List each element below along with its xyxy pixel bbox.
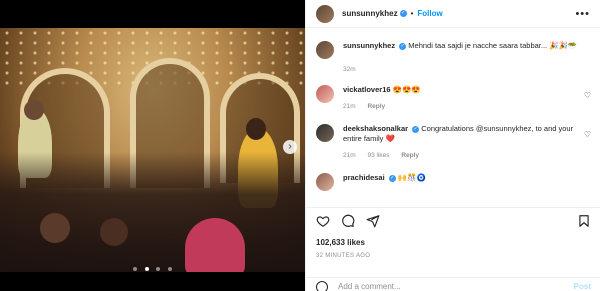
commenter-avatar[interactable] (316, 173, 334, 191)
comment-row: vickatlover16 😍😍😍 21m Reply ♡ (306, 85, 600, 112)
heart-icon[interactable]: ♡ (584, 91, 591, 100)
caption-username[interactable]: sunsunnykhez (343, 41, 395, 50)
verified-badge-icon: ✓ (399, 10, 407, 17)
reply-button[interactable]: Reply (401, 152, 419, 159)
verified-badge-icon: ✓ (388, 174, 396, 182)
comment-meta: 21m Reply (343, 102, 591, 112)
carousel-dot (167, 267, 172, 271)
post-actions-bar (306, 207, 600, 229)
emoji-icon[interactable] (316, 280, 328, 291)
reply-button[interactable]: Reply (367, 103, 385, 110)
caption-text: Mehndi taa sajdi je nacche saara tabbar.… (408, 41, 548, 50)
share-icon[interactable] (366, 214, 380, 228)
comment-time: 21m (343, 103, 356, 110)
header-separator: • (410, 9, 414, 18)
commenter-avatar[interactable] (316, 124, 334, 142)
author-username[interactable]: sunsunnykhez (342, 9, 398, 18)
bride-head (246, 118, 266, 140)
likes-count[interactable]: 102,633 likes (316, 238, 365, 247)
carousel-dot (133, 267, 138, 271)
comments-list: sunsunnykhez ✓ Mehndi taa sajdi je nacch… (306, 29, 600, 203)
next-slide-button[interactable]: › (283, 140, 297, 154)
add-comment-bar: Post (306, 277, 600, 291)
caption-emoji: 🎉🎉🥗 (549, 41, 578, 50)
post-timestamp: 32 MINUTES AGO (316, 253, 371, 259)
author-avatar[interactable] (316, 41, 334, 59)
comment-text: 😍😍😍 (392, 85, 421, 94)
chevron-right-icon: › (288, 141, 292, 152)
author-avatar[interactable] (316, 4, 334, 23)
post-side-panel: sunsunnykhez ✓ • Follow ••• sunsunnykhez… (305, 0, 600, 291)
heart-icon[interactable]: ♡ (584, 130, 591, 139)
guest-head (100, 218, 128, 246)
comment-row: prachidesai ✓ 🙌🎊🧿 (306, 173, 600, 191)
post-comment-button[interactable]: Post (574, 282, 591, 291)
verified-badge-icon: ✓ (412, 125, 420, 133)
more-options-icon[interactable]: ••• (575, 8, 590, 20)
carousel-dot-active (144, 267, 149, 271)
comment-username[interactable]: prachidesai (343, 173, 385, 182)
comment-meta: 21m 93 likes Reply (343, 151, 591, 161)
groom-head (24, 100, 44, 120)
comment-icon[interactable] (341, 214, 355, 228)
post-photo[interactable] (0, 28, 305, 272)
comment-row: deekshaksonalkar ✓ Congratulations @suns… (306, 124, 600, 161)
comment-text: 🙌🎊🧿 (397, 173, 426, 182)
comment-username[interactable]: deekshaksonalkar (343, 124, 408, 133)
post-media-panel: › (0, 0, 305, 291)
comment-likes[interactable]: 93 likes (367, 152, 389, 159)
caption-time: 32m (343, 66, 356, 73)
comment-input[interactable] (338, 282, 574, 291)
carousel-indicator (0, 258, 305, 276)
verified-badge-icon: ✓ (399, 42, 407, 50)
carousel-dot (156, 267, 161, 271)
follow-button[interactable]: Follow (417, 9, 442, 18)
dancing-crowd (0, 152, 305, 272)
comment-time: 21m (343, 152, 356, 159)
caption-row: sunsunnykhez ✓ Mehndi taa sajdi je nacch… (306, 41, 600, 75)
caption-meta: 32m (343, 65, 591, 75)
commenter-avatar[interactable] (316, 85, 334, 103)
guest-head (40, 213, 70, 243)
post-header: sunsunnykhez ✓ • Follow ••• (306, 0, 600, 28)
bookmark-icon[interactable] (577, 214, 591, 228)
heart-icon[interactable] (316, 214, 330, 228)
comment-username[interactable]: vickatlover16 (343, 85, 391, 94)
